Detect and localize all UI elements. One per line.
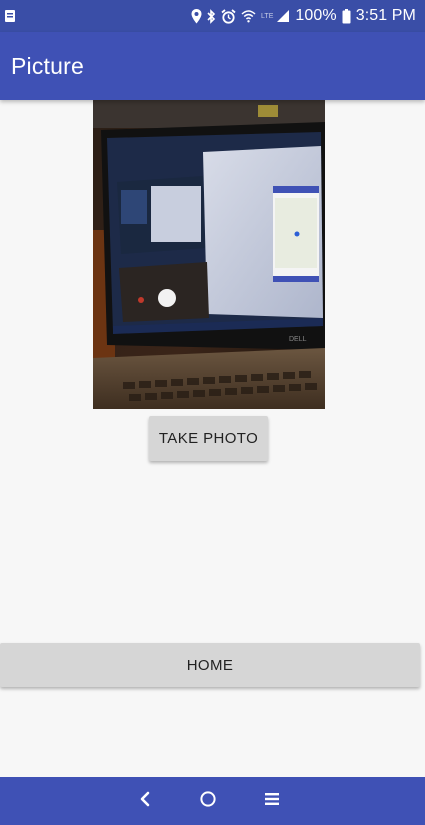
navigation-bar: [0, 777, 425, 825]
nav-home-button[interactable]: [184, 777, 232, 825]
nav-recent-apps-button[interactable]: [248, 777, 296, 825]
bluetooth-icon: [207, 8, 216, 24]
captured-photo: DELL: [93, 100, 325, 409]
home-circle-icon: [199, 790, 217, 813]
signal-icon: [276, 9, 290, 23]
laptop-brand-label: DELL: [289, 336, 307, 343]
status-bar-left: [4, 9, 16, 23]
take-photo-button[interactable]: TAKE PHOTO: [149, 416, 268, 461]
battery-percent: 100%: [295, 7, 337, 24]
nav-back-button[interactable]: [121, 777, 169, 825]
back-icon: [138, 791, 152, 812]
home-button[interactable]: HOME: [0, 643, 420, 687]
sim-notification-icon: [4, 9, 16, 23]
alarm-icon: [221, 8, 236, 24]
status-time: 3:51 PM: [355, 7, 416, 24]
status-bar: LTE 100% 3:51 PM: [0, 0, 425, 32]
captured-photo-image: DELL: [93, 100, 325, 409]
app-bar: Picture: [0, 32, 425, 100]
status-bar-right: LTE 100% 3:51 PM: [191, 7, 416, 25]
recent-apps-icon: [264, 792, 280, 811]
battery-icon: [342, 8, 351, 24]
page-title: Picture: [11, 52, 84, 79]
location-icon: [191, 8, 202, 24]
network-type-label: LTE: [261, 12, 274, 20]
wifi-icon: [241, 9, 256, 23]
